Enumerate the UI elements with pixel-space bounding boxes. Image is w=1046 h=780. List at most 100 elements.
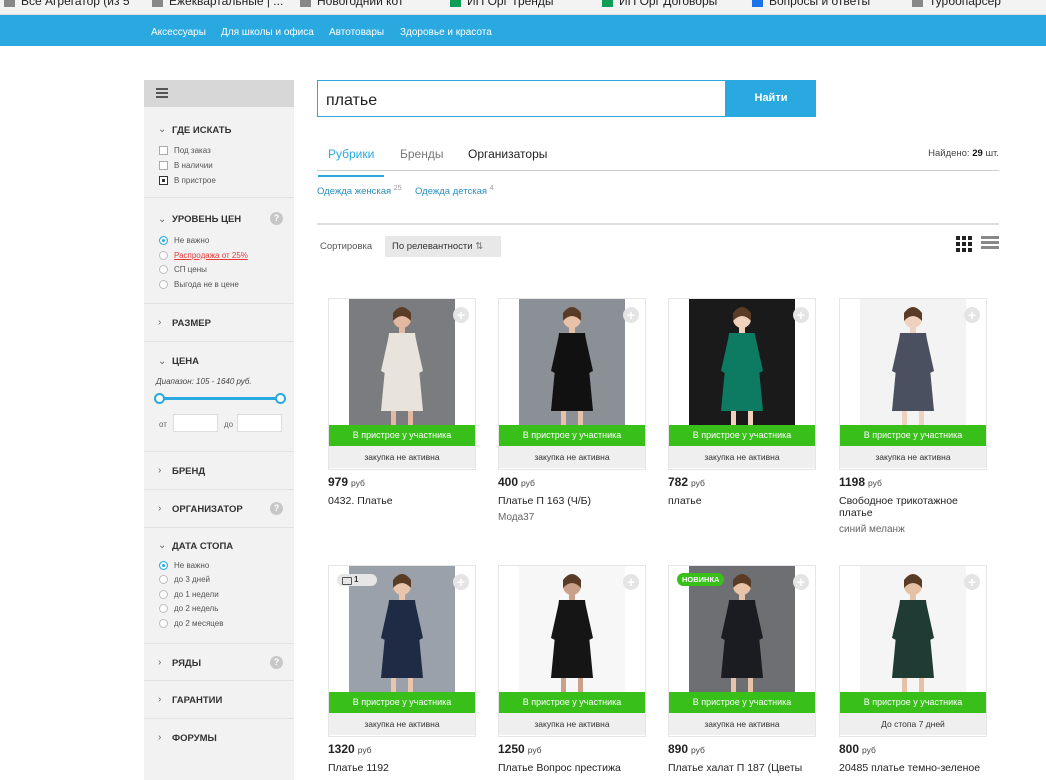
add-to-favorites-icon[interactable]: + [964, 574, 980, 590]
radio-icon[interactable] [159, 251, 168, 261]
add-to-favorites-icon[interactable]: + [793, 574, 809, 590]
option-in-attach[interactable]: В пристрое [159, 176, 216, 186]
chevron-down-icon[interactable]: ⌄ [158, 214, 166, 225]
nav-item-auto[interactable]: Автотовары [329, 27, 384, 38]
product-photo[interactable] [519, 299, 625, 425]
product-photo[interactable] [860, 299, 966, 425]
product-name[interactable]: Платье Вопрос престижа [498, 762, 648, 774]
filter-organizer[interactable]: › ОРГАНИЗАТОР ? [144, 489, 294, 527]
radio-icon[interactable] [159, 575, 168, 585]
option-price-benefit[interactable]: Выгода не в цене [159, 280, 239, 290]
product-card[interactable]: + В пристрое у участника закупка не активн… [668, 298, 816, 470]
chevron-down-icon[interactable]: ⌄ [158, 356, 166, 367]
option-under-order[interactable]: Под заказ [159, 146, 211, 156]
product-photo[interactable] [860, 566, 966, 692]
product-card[interactable]: + В пристрое у участника закупка не активн… [498, 298, 646, 470]
option-stop-any[interactable]: Не важно [159, 561, 209, 571]
bookmark-item[interactable]: Новогодний кот [300, 0, 403, 8]
filter-stop-date-title[interactable]: ДАТА СТОПА [172, 541, 233, 552]
chevron-down-icon[interactable]: ⌄ [158, 124, 166, 135]
filter-brand[interactable]: › БРЕНД [144, 451, 294, 489]
filter-forums[interactable]: › ФОРУМЫ [144, 718, 294, 756]
option-stop-2weeks[interactable]: до 2 недель [159, 604, 218, 614]
filter-where-title[interactable]: ГДЕ ИСКАТЬ [172, 125, 231, 136]
chevron-down-icon[interactable]: ⌄ [158, 540, 166, 551]
rubric-link-women[interactable]: Одежда женская 25 [317, 185, 402, 197]
product-name[interactable]: Платье халат П 187 (Цветы [668, 762, 818, 774]
checkbox-checked-icon[interactable] [159, 176, 168, 186]
filter-size[interactable]: › РАЗМЕР [144, 303, 294, 341]
help-icon[interactable]: ? [270, 502, 283, 515]
product-photo[interactable] [689, 299, 795, 425]
list-view-icon[interactable] [981, 236, 999, 253]
menu-icon[interactable] [156, 88, 168, 100]
add-to-favorites-icon[interactable]: + [623, 574, 639, 590]
sort-select[interactable]: По релевантности ⇅ [385, 236, 501, 257]
radio-selected-icon[interactable] [159, 561, 168, 571]
option-stop-2months[interactable]: до 2 месяцев [159, 619, 223, 629]
add-to-favorites-icon[interactable]: + [793, 307, 809, 323]
tab-rubrics[interactable]: Рубрики [318, 147, 385, 177]
product-name[interactable]: Платье П 163 (Ч/Б) [498, 495, 648, 507]
price-from-input[interactable] [173, 414, 218, 432]
option-stop-3days[interactable]: до 3 дней [159, 575, 210, 585]
filter-price-title[interactable]: ЦЕНА [172, 356, 199, 367]
add-to-favorites-icon[interactable]: + [623, 307, 639, 323]
add-to-favorites-icon[interactable]: + [453, 574, 469, 590]
product-name[interactable]: Платье 1192 [328, 762, 478, 774]
product-photo[interactable] [349, 299, 455, 425]
product-card[interactable]: + В пристрое у участника До стопа 7 дней [839, 565, 987, 737]
add-to-favorites-icon[interactable]: + [964, 307, 980, 323]
price-slider-min-handle[interactable] [154, 393, 165, 404]
product-card[interactable]: + В пристрое у участника закупка не активн… [668, 565, 816, 737]
comments-badge[interactable]: 1 [337, 574, 377, 586]
product-name[interactable]: Свободное трикотажное платье [839, 495, 989, 519]
product-card[interactable]: + В пристрое у участника закупка не активн… [328, 298, 476, 470]
tab-organizers[interactable]: Организаторы [468, 147, 547, 161]
product-name[interactable]: платье [668, 495, 818, 507]
grid-view-icon[interactable] [956, 236, 973, 253]
help-icon[interactable]: ? [270, 656, 283, 669]
bookmark-item[interactable]: ИП Орг Тренды [450, 0, 554, 8]
checkbox-icon[interactable] [159, 161, 168, 171]
option-in-stock[interactable]: В наличии [159, 161, 213, 171]
price-to-input[interactable] [237, 414, 282, 432]
option-stop-1week[interactable]: до 1 недели [159, 590, 219, 600]
product-card[interactable]: + В пристрое у участника закупка не активн… [328, 565, 476, 737]
bookmark-item[interactable]: Вопросы и ответы [752, 0, 870, 8]
option-price-sale[interactable]: Распродажа от 25% [159, 251, 248, 261]
rubric-link-kids[interactable]: Одежда детская 4 [415, 185, 494, 197]
product-name[interactable]: 20485 платье темно-зеленое [839, 762, 989, 774]
filter-guarantees[interactable]: › ГАРАНТИИ [144, 680, 294, 718]
product-card[interactable]: + В пристрое у участника закупка не активн… [839, 298, 987, 470]
radio-selected-icon[interactable] [159, 236, 168, 246]
radio-icon[interactable] [159, 265, 168, 275]
nav-item-accessories[interactable]: Аксессуары [151, 27, 206, 38]
nav-item-school-office[interactable]: Для школы и офиса [221, 27, 314, 38]
radio-icon[interactable] [159, 590, 168, 600]
filter-price-level-title[interactable]: УРОВЕНЬ ЦЕН [172, 214, 241, 225]
filter-rows[interactable]: › РЯДЫ ? [144, 643, 294, 681]
search-input[interactable]: платье [317, 80, 726, 117]
radio-icon[interactable] [159, 604, 168, 614]
search-button[interactable]: Найти [726, 80, 816, 117]
price-slider-max-handle[interactable] [275, 393, 286, 404]
option-price-any[interactable]: Не важно [159, 236, 209, 246]
tab-brands[interactable]: Бренды [400, 147, 443, 161]
product-photo[interactable] [519, 566, 625, 692]
bookmark-item[interactable]: Турбопарсер [912, 0, 1001, 8]
radio-icon[interactable] [159, 619, 168, 629]
radio-icon[interactable] [159, 280, 168, 290]
add-to-favorites-icon[interactable]: + [453, 307, 469, 323]
price-slider[interactable] [154, 393, 286, 404]
product-card[interactable]: + В пристрое у участника закупка не активн… [498, 565, 646, 737]
option-price-sp[interactable]: СП цены [159, 265, 207, 275]
bookmark-item[interactable]: ИП Орг Договоры [602, 0, 717, 8]
product-name[interactable]: 0432. Платье [328, 495, 478, 507]
bookmark-item[interactable]: Все Агрегатор (из 5 [4, 0, 130, 8]
status-label: В пристрое у участника [840, 425, 986, 446]
help-icon[interactable]: ? [270, 212, 283, 225]
checkbox-icon[interactable] [159, 146, 168, 156]
bookmark-item[interactable]: Ежеквартальные | ... [152, 0, 283, 8]
nav-item-health-beauty[interactable]: Здоровье и красота [400, 27, 492, 38]
